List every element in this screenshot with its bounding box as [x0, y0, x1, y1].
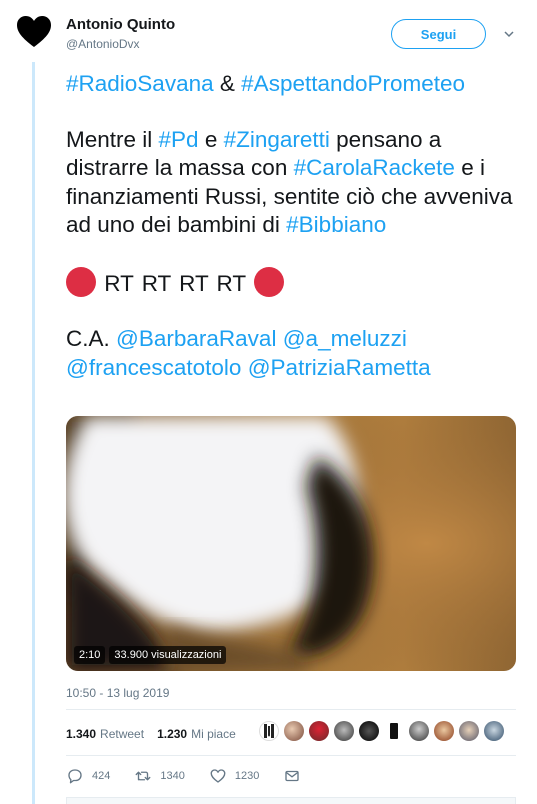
rt-line: RT RT RT RT	[66, 266, 526, 299]
video-duration: 2:10	[74, 646, 106, 664]
tweet-paragraph: Mentre il #Pd e #Zingaretti pensano a di…	[66, 126, 526, 240]
ca-prefix: C.A.	[66, 326, 110, 351]
tweet-timestamp[interactable]: 10:50 - 13 lug 2019	[66, 686, 169, 700]
liker-avatar[interactable]	[384, 721, 404, 741]
tweet-header: Antonio Quinto @AntonioDvx Segui	[0, 0, 537, 62]
chevron-down-icon[interactable]	[503, 28, 515, 40]
red-circle-icon	[66, 266, 96, 297]
reply-button[interactable]: 424	[66, 767, 110, 785]
hashtag-zingaretti[interactable]: #Zingaretti	[224, 127, 330, 152]
author-name[interactable]: Antonio Quinto	[66, 16, 175, 33]
follow-button[interactable]: Segui	[391, 19, 486, 49]
liker-avatar[interactable]	[359, 721, 379, 741]
text-segment: Mentre il	[66, 126, 159, 152]
liker-avatar[interactable]	[309, 721, 329, 741]
mention-a-meluzzi[interactable]: @a_meluzzi	[283, 326, 407, 351]
black-heart-icon[interactable]	[16, 14, 52, 50]
tweet-text: #RadioSavana & #AspettandoPrometeo Mentr…	[66, 70, 526, 382]
video-player[interactable]: 2:10 33.900 visualizzazioni	[66, 416, 516, 671]
video-frame	[66, 416, 516, 671]
liker-avatars	[259, 721, 504, 741]
direct-message-button[interactable]	[283, 767, 309, 785]
like-button[interactable]: 1230	[209, 767, 259, 785]
mentions-line: C.A. @BarbaraRaval @a_meluzzi @francesca…	[66, 325, 526, 382]
liker-avatar[interactable]	[484, 721, 504, 741]
hashtag-radiosavana[interactable]: #RadioSavana	[66, 71, 214, 96]
envelope-icon	[285, 770, 300, 782]
like-action-count: 1230	[234, 770, 260, 782]
liker-avatar[interactable]	[434, 721, 454, 741]
rt-text: RT RT RT RT	[104, 270, 246, 296]
liker-avatar[interactable]	[409, 721, 429, 741]
thread-line	[32, 62, 35, 804]
heart-icon	[210, 769, 226, 783]
retweet-label[interactable]: Retweet	[100, 727, 144, 741]
juventus-logo-icon	[264, 724, 274, 738]
hashtag-bibbiano[interactable]: #Bibbiano	[286, 212, 386, 237]
retweet-icon	[135, 771, 151, 781]
media-badges: 2:10 33.900 visualizzazioni	[74, 646, 227, 664]
reply-composer-edge	[66, 797, 516, 804]
hashtag-carolarackete[interactable]: #CarolaRackete	[294, 155, 455, 180]
ampersand: &	[219, 71, 235, 96]
text-segment: e	[198, 126, 224, 152]
mention-patriziarametta[interactable]: @PatriziaRametta	[248, 355, 431, 380]
tweet-line-hashtags: #RadioSavana & #AspettandoPrometeo	[66, 70, 526, 99]
tweet-actions: 424 1340 1230	[66, 766, 333, 786]
device-icon	[390, 723, 398, 739]
divider	[66, 755, 516, 756]
retweet-button[interactable]: 1340	[134, 767, 185, 785]
liker-avatar[interactable]	[459, 721, 479, 741]
liker-avatar[interactable]	[284, 721, 304, 741]
red-circle-icon	[254, 266, 285, 297]
author-handle[interactable]: @AntonioDvx	[66, 37, 140, 51]
retweet-action-count: 1340	[160, 770, 185, 782]
like-label[interactable]: Mi piace	[191, 727, 236, 741]
reply-icon	[68, 769, 82, 784]
like-count[interactable]: 1.230	[157, 727, 187, 741]
hashtag-pd[interactable]: #Pd	[159, 127, 199, 152]
mention-francescatotolo[interactable]: @francescatotolo	[66, 355, 241, 380]
video-views: 33.900 visualizzazioni	[109, 646, 227, 664]
retweet-count[interactable]: 1.340	[66, 727, 96, 741]
engagement-stats: 1.340 Retweet 1.230 Mi piace	[66, 724, 249, 744]
hashtag-aspettandoprometeo[interactable]: #AspettandoPrometeo	[241, 71, 465, 96]
liker-avatar[interactable]	[334, 721, 354, 741]
reply-count: 424	[92, 770, 111, 782]
liker-avatar[interactable]	[259, 721, 279, 741]
mention-barbararaval[interactable]: @BarbaraRaval	[116, 326, 276, 351]
divider	[66, 709, 516, 710]
